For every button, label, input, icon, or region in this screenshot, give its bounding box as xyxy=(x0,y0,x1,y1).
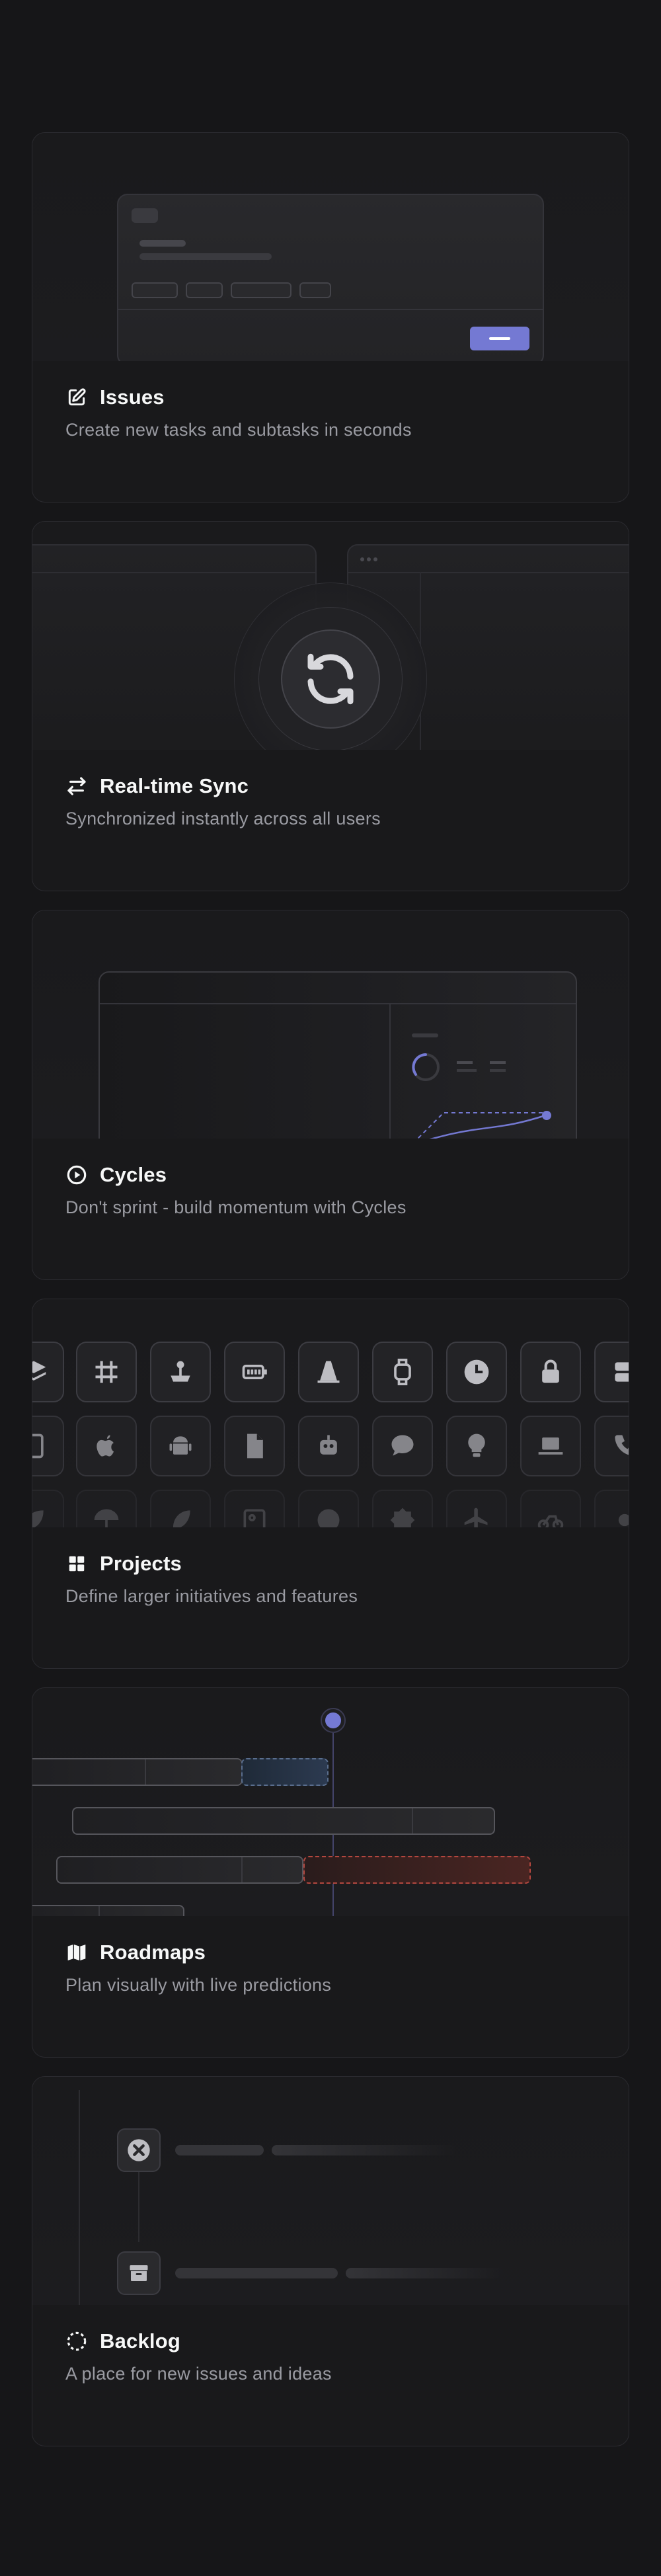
card-description: Plan visually with live predictions xyxy=(65,1975,332,1995)
cycles-illustration xyxy=(32,910,629,1139)
joystick-icon xyxy=(150,1342,211,1402)
card-description: Don't sprint - build momentum with Cycle… xyxy=(65,1197,407,1217)
backlog-rail xyxy=(79,2090,80,2305)
cycle-window-illustration xyxy=(98,971,577,1139)
cone-icon xyxy=(298,1342,359,1402)
feature-card-roadmaps[interactable]: Roadmaps Plan visually with live predict… xyxy=(32,1687,629,2058)
plane-icon xyxy=(446,1490,507,1527)
pencil-square-icon xyxy=(65,386,88,409)
projects-illustration xyxy=(32,1299,629,1527)
modal-title-line xyxy=(139,240,186,247)
issues-illustration xyxy=(32,133,629,361)
burnup-chart xyxy=(413,1100,559,1139)
backlog-line xyxy=(175,2268,338,2278)
laptop-icon xyxy=(520,1416,581,1476)
card-description: Define larger initiatives and features xyxy=(65,1586,358,1606)
sun-icon xyxy=(594,1490,629,1527)
create-issue-button-illustration xyxy=(470,327,529,350)
lightbulb-icon xyxy=(446,1416,507,1476)
card-description: Synchronized instantly across all users xyxy=(65,809,381,828)
feature-card-issues[interactable]: Issues Create new tasks and subtasks in … xyxy=(32,132,629,503)
clock-icon xyxy=(446,1342,507,1402)
feather-icon xyxy=(150,1490,211,1527)
bike-icon xyxy=(520,1490,581,1527)
modal-property-chip xyxy=(132,282,178,298)
backlog-line xyxy=(272,2145,457,2155)
card-title: Projects xyxy=(100,1552,182,1575)
card-title: Roadmaps xyxy=(100,1941,206,1964)
sync-arrows-large-icon xyxy=(301,649,360,709)
face-icon xyxy=(298,1490,359,1527)
dashed-circle-icon xyxy=(65,2330,88,2353)
leaf-icon xyxy=(32,1490,64,1527)
device-icon xyxy=(32,1416,64,1476)
card-description: Create new tasks and subtasks in seconds xyxy=(65,420,412,440)
archive-icon xyxy=(117,2251,161,2295)
roadmap-bar xyxy=(56,1856,303,1884)
apple-icon xyxy=(76,1416,137,1476)
roadmap-bar xyxy=(32,1758,243,1786)
stack-icon xyxy=(32,1342,64,1402)
cancel-icon xyxy=(117,2128,161,2172)
new-issue-modal-illustration xyxy=(117,194,544,361)
card-title: Issues xyxy=(100,385,165,409)
card-title: Backlog xyxy=(100,2329,180,2353)
backlog-line xyxy=(346,2268,504,2278)
roadmaps-illustration xyxy=(32,1688,629,1916)
modal-property-chip xyxy=(231,282,292,298)
badge-icon xyxy=(372,1490,433,1527)
roadmap-bar xyxy=(32,1905,184,1916)
feature-card-cycles[interactable]: Cycles Don't sprint - build momentum wit… xyxy=(32,910,629,1280)
backlog-illustration xyxy=(32,2077,629,2305)
android-icon xyxy=(150,1416,211,1476)
watch-icon xyxy=(372,1342,433,1402)
document-icon xyxy=(224,1416,285,1476)
backlog-line xyxy=(175,2145,264,2155)
card-description: A place for new issues and ideas xyxy=(65,2364,332,2384)
feature-card-projects[interactable]: Projects Define larger initiatives and f… xyxy=(32,1299,629,1669)
image-icon xyxy=(224,1490,285,1527)
play-circle-icon xyxy=(65,1164,88,1186)
modal-chip xyxy=(132,208,158,223)
robot-icon xyxy=(298,1416,359,1476)
grid-hash-icon xyxy=(76,1342,137,1402)
modal-divider xyxy=(118,309,543,310)
phone-icon xyxy=(594,1416,629,1476)
sync-arrows-icon xyxy=(65,775,88,797)
lock-icon xyxy=(520,1342,581,1402)
umbrella-icon xyxy=(76,1490,137,1527)
cycle-progress-ring xyxy=(410,1052,441,1082)
modal-property-chip xyxy=(299,282,331,298)
card-title: Cycles xyxy=(100,1163,167,1186)
chat-icon xyxy=(372,1416,433,1476)
sync-illustration xyxy=(32,522,629,750)
today-marker xyxy=(321,1708,346,1733)
feature-card-backlog[interactable]: Backlog A place for new issues and ideas xyxy=(32,2076,629,2446)
modal-property-chip xyxy=(186,282,223,298)
roadmap-bar-overdue xyxy=(303,1856,531,1884)
roadmap-bar xyxy=(72,1807,495,1835)
roadmap-bar-prediction xyxy=(241,1758,329,1786)
modal-desc-line xyxy=(139,253,272,260)
grid-icon xyxy=(65,1552,88,1575)
battery-icon xyxy=(224,1342,285,1402)
card-title: Real-time Sync xyxy=(100,774,249,797)
map-icon xyxy=(65,1941,88,1964)
feature-card-realtime-sync[interactable]: Real-time Sync Synchronized instantly ac… xyxy=(32,521,629,891)
server-icon xyxy=(594,1342,629,1402)
